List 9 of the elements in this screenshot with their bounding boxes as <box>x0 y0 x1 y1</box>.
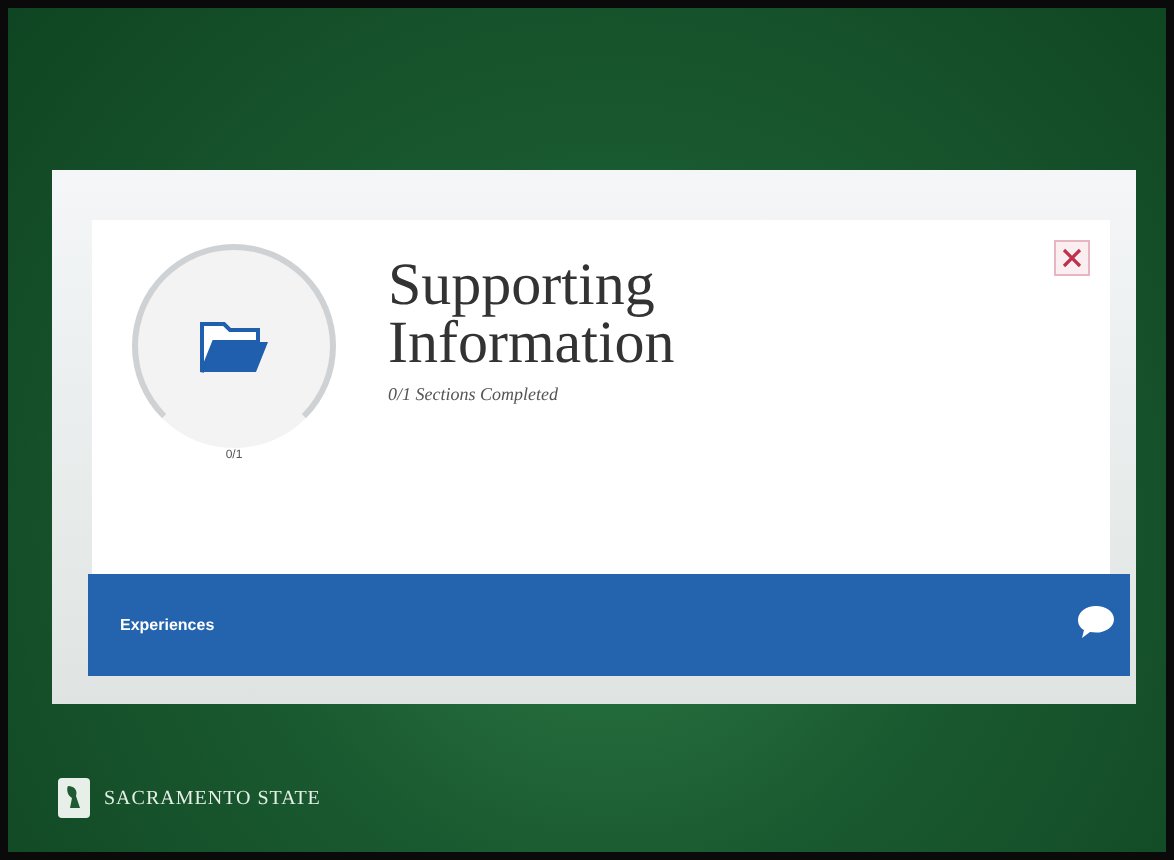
logo-text: SACRAMENTO STATE <box>104 787 321 809</box>
close-icon <box>1062 248 1082 268</box>
speech-bubble-icon <box>1076 604 1116 640</box>
sections-completed-text: 0/1 Sections Completed <box>388 384 560 404</box>
section-label: Experiences <box>120 616 215 634</box>
folder-icon <box>198 316 270 376</box>
close-button[interactable] <box>1054 240 1090 276</box>
card-title: Supporting Information <box>388 256 677 372</box>
section-bar[interactable]: Experiences <box>88 574 1130 676</box>
